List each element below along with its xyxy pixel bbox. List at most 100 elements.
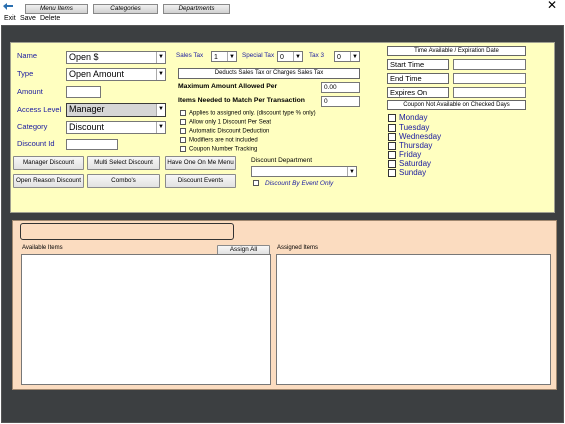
max-amount-input[interactable]: 0.00 <box>321 82 360 93</box>
day-wednesday[interactable]: Wednesday <box>388 132 441 141</box>
day-sunday[interactable]: Sunday <box>388 168 426 177</box>
manager-discount-button[interactable]: Manager Discount <box>13 156 84 170</box>
special-tax-combo[interactable]: 0 ▼ <box>277 51 303 62</box>
checkbox[interactable] <box>388 141 396 150</box>
name-combo[interactable]: Open $ ▼ <box>66 51 166 64</box>
menu-bar: Exit Save Delete <box>0 13 565 25</box>
day-monday[interactable]: Monday <box>388 113 427 122</box>
tax3-label: Tax 3 <box>309 52 325 59</box>
end-time-label: End Time <box>387 73 449 84</box>
items-needed-label: Items Needed to Match Per Transaction <box>178 97 305 104</box>
option-label: Automatic Discount Deduction <box>189 128 270 135</box>
amount-input[interactable] <box>66 86 101 98</box>
tab-departments[interactable]: Departments <box>163 4 230 14</box>
option-coupon-tracking[interactable]: Coupon Number Tracking <box>180 146 257 153</box>
option-applies-assigned[interactable]: Applies to assigned only. (discount type… <box>180 110 316 117</box>
deducts-sales-tax-button[interactable]: Deducts Sales Tax or Charges Sales Tax <box>178 68 360 79</box>
sales-tax-value: 1 <box>214 54 218 61</box>
option-one-per-seat[interactable]: Allow only 1 Discount Per Seat <box>180 119 271 126</box>
sales-tax-label: Sales Tax <box>176 52 204 59</box>
start-time-label: Start Time <box>387 59 449 70</box>
day-label: Tuesday <box>399 123 430 132</box>
available-items-label: Available Items <box>22 245 63 251</box>
checkbox[interactable] <box>180 128 186 134</box>
amount-label: Amount <box>17 87 43 96</box>
sales-tax-combo[interactable]: 1 ▼ <box>211 51 237 62</box>
expires-on-input[interactable] <box>453 87 526 98</box>
open-reason-discount-button[interactable]: Open Reason Discount <box>13 174 84 188</box>
menu-exit[interactable]: Exit <box>4 15 16 22</box>
checkbox[interactable] <box>388 123 396 132</box>
close-icon[interactable]: ✕ <box>547 0 557 12</box>
day-label: Monday <box>399 113 428 122</box>
day-label: Sunday <box>399 168 427 177</box>
discount-by-event-label: Discount By Event Only <box>265 180 334 187</box>
day-friday[interactable]: Friday <box>388 150 421 159</box>
option-label: Applies to assigned only. (discount type… <box>189 110 316 117</box>
time-available-header: Time Available / Expiration Date <box>387 46 526 56</box>
multi-select-discount-button[interactable]: Multi Select Discount <box>87 156 160 170</box>
checkbox[interactable] <box>388 150 396 159</box>
day-tuesday[interactable]: Tuesday <box>388 123 429 132</box>
chevron-down-icon[interactable]: ▼ <box>347 167 356 176</box>
discount-events-button[interactable]: Discount Events <box>165 174 236 188</box>
day-saturday[interactable]: Saturday <box>388 159 431 168</box>
checkbox[interactable] <box>253 180 259 187</box>
chevron-down-icon[interactable]: ▼ <box>156 104 165 116</box>
checkbox[interactable] <box>180 146 186 152</box>
tax3-value: 0 <box>337 54 341 61</box>
discount-department-combo[interactable]: ▼ <box>251 166 357 177</box>
max-amount-label: Maximum Amount Allowed Per <box>178 83 278 90</box>
have-one-on-me-button[interactable]: Have One On Me Menu <box>165 156 236 170</box>
name-value: Open $ <box>69 52 99 62</box>
tax3-combo[interactable]: 0 ▼ <box>334 51 360 62</box>
chevron-down-icon[interactable]: ▼ <box>156 122 165 133</box>
option-label: Coupon Number Tracking <box>189 146 258 153</box>
chevron-down-icon[interactable]: ▼ <box>350 52 359 61</box>
checkbox[interactable] <box>388 159 396 168</box>
chevron-down-icon[interactable]: ▼ <box>227 52 236 61</box>
day-label: Thursday <box>399 141 433 150</box>
discount-id-input[interactable] <box>66 139 118 150</box>
category-combo[interactable]: Discount ▼ <box>66 121 166 134</box>
day-label: Saturday <box>399 159 432 168</box>
menu-save[interactable]: Save <box>20 15 36 22</box>
tab-categories[interactable]: Categories <box>93 4 158 14</box>
start-time-input[interactable] <box>453 59 526 70</box>
items-needed-input[interactable]: 0 <box>321 96 360 107</box>
day-thursday[interactable]: Thursday <box>388 141 432 150</box>
available-items-list[interactable] <box>21 254 271 385</box>
access-level-combo[interactable]: Manager ▼ <box>66 103 166 117</box>
end-time-input[interactable] <box>453 73 526 84</box>
item-type-tabs <box>20 223 234 240</box>
option-label: Allow only 1 Discount Per Seat <box>189 119 272 126</box>
option-label: Modifiers are not included <box>189 137 258 144</box>
checkbox[interactable] <box>388 113 396 122</box>
tab-menu-items[interactable]: Menu Items <box>25 4 88 14</box>
chevron-down-icon[interactable]: ▼ <box>293 52 302 61</box>
type-combo[interactable]: Open Amount ▼ <box>66 68 166 81</box>
menu-delete[interactable]: Delete <box>40 15 60 22</box>
option-modifiers-excluded[interactable]: Modifiers are not included <box>180 137 258 144</box>
app-icon <box>3 3 13 10</box>
type-value: Open Amount <box>69 69 125 79</box>
option-automatic-deduction[interactable]: Automatic Discount Deduction <box>180 128 269 135</box>
expires-on-label: Expires On <box>387 87 449 98</box>
checkbox[interactable] <box>180 119 186 125</box>
assigned-items-list[interactable] <box>276 254 551 385</box>
chevron-down-icon[interactable]: ▼ <box>156 69 165 80</box>
discount-id-label: Discount Id <box>17 139 55 148</box>
checkbox[interactable] <box>180 137 186 143</box>
combos-button[interactable]: Combo's <box>87 174 160 188</box>
chevron-down-icon[interactable]: ▼ <box>156 52 165 63</box>
special-tax-label: Special Tax <box>242 52 275 59</box>
discount-by-event-option[interactable]: Discount By Event Only <box>253 180 333 187</box>
day-label: Wednesday <box>399 132 442 141</box>
checkbox[interactable] <box>180 110 186 116</box>
special-tax-value: 0 <box>280 54 284 61</box>
day-label: Friday <box>399 150 422 159</box>
days-header: Coupon Not Available on Checked Days <box>387 100 526 110</box>
access-level-label: Access Level <box>17 105 62 114</box>
checkbox[interactable] <box>388 168 396 177</box>
checkbox[interactable] <box>388 132 396 141</box>
